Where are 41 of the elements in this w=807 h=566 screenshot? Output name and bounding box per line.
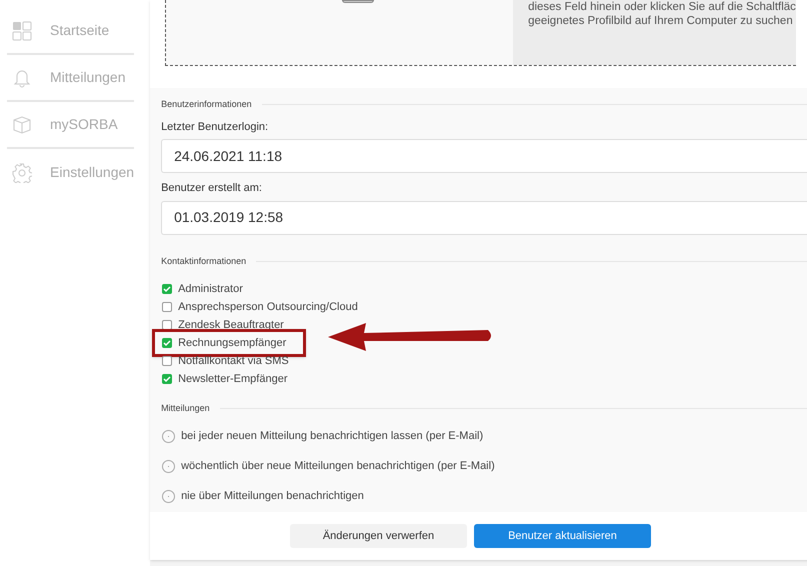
field-label: Letzter Benutzerlogin: <box>161 120 270 134</box>
radio-label: nie über Mitteilungen benachrichtigen <box>181 489 364 504</box>
checkbox-label: Newsletter-Empfänger <box>178 372 288 387</box>
sidebar-item[interactable]: Mitteilungen <box>50 67 126 88</box>
sidebar-item[interactable]: Einstellungen <box>50 162 134 183</box>
field-label: Benutzer erstellt am: <box>161 181 263 196</box>
upload-hint: dieses Feld hinein oder klicken Sie auf die Schaltfläc <box>528 0 796 14</box>
checkbox-label: Rechnungsempfänger <box>178 336 286 351</box>
upload-hint: geeignetes Profilbild auf Ihrem Computer zu suchen <box>528 14 794 28</box>
input-field[interactable]: 24.06.2021 11:18 <box>161 139 807 173</box>
checkbox-label: Zendesk Beauftragter <box>178 318 284 333</box>
input-field[interactable]: 01.03.2019 12:58 <box>161 200 807 234</box>
check-icon <box>163 375 172 383</box>
check-icon <box>163 339 172 347</box>
checkbox[interactable] <box>162 356 172 366</box>
checkbox-label: Notfallkontakt via SMS <box>178 354 289 369</box>
sidebar-item[interactable]: mySORBA <box>50 114 118 135</box>
check-icon <box>163 285 172 293</box>
action-button[interactable]: Benutzer aktualisieren <box>474 524 651 548</box>
checkbox[interactable] <box>162 302 172 312</box>
checkbox[interactable] <box>162 284 172 294</box>
checkbox[interactable] <box>162 374 172 384</box>
grid-icon <box>12 20 32 40</box>
checkbox-label: Administrator <box>178 282 243 297</box>
radio-button[interactable] <box>162 430 176 443</box>
box-icon <box>12 114 32 134</box>
bell-icon <box>12 68 32 88</box>
sidebar-item[interactable]: Startseite <box>50 20 110 41</box>
upload-button[interactable] <box>342 0 374 3</box>
action-button[interactable]: Änderungen verwerfen <box>290 524 467 548</box>
section-heading: Mitteilungen <box>161 402 210 415</box>
radio-label: wöchentlich über neue Mitteilungen benachrichtigen (per E-Mail) <box>181 459 495 474</box>
section-heading: Benutzerinformationen <box>161 98 252 111</box>
checkbox[interactable] <box>162 338 172 348</box>
checkbox-label: Ansprechsperson Outsourcing/Cloud <box>178 300 358 315</box>
checkbox[interactable] <box>162 320 172 330</box>
section-heading: Kontaktinformationen <box>161 254 246 268</box>
settings-icon <box>12 162 32 182</box>
radio-button[interactable] <box>162 490 176 503</box>
radio-button[interactable] <box>162 460 176 473</box>
radio-label: bei jeder neuen Mitteilung benachrichtigen lassen (per E-Mail) <box>181 429 484 444</box>
